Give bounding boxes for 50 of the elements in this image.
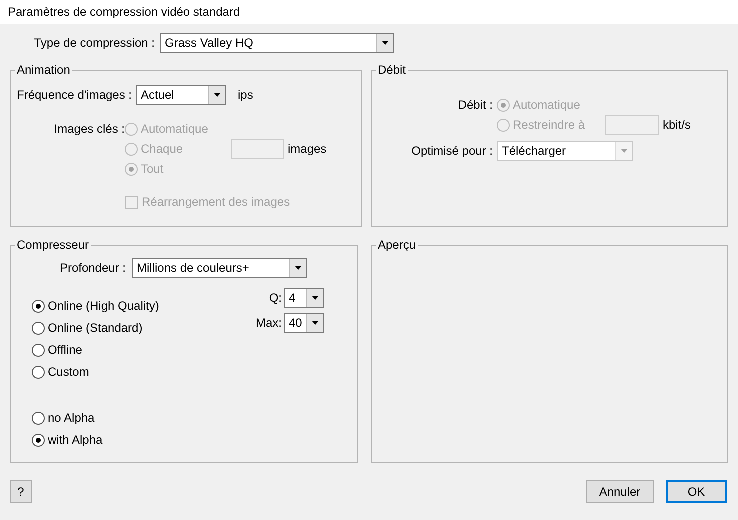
radio-button[interactable] xyxy=(32,434,45,446)
group-title: Animation xyxy=(16,62,72,79)
caret-icon xyxy=(312,321,318,325)
dropdown[interactable]: 40 xyxy=(284,313,324,333)
field-label: Fréquence d'images : xyxy=(17,87,134,104)
button[interactable]: ? xyxy=(10,480,32,503)
radio-button[interactable] xyxy=(32,366,45,378)
field-label: Profondeur : xyxy=(60,260,126,277)
radio-button[interactable] xyxy=(32,322,45,334)
field-label: Optimisé pour : xyxy=(412,143,493,160)
window-title: Paramètres de compression vidéo standard xyxy=(8,4,240,21)
group-title: Débit xyxy=(377,62,408,79)
unit-label: ips xyxy=(238,87,254,104)
field-label: Type de compression : xyxy=(33,35,156,52)
unit-label: images xyxy=(288,141,327,158)
radio-label: no Alpha xyxy=(48,410,95,427)
checkbox-label: Réarrangement des images xyxy=(142,194,290,211)
dropdown[interactable]: Grass Valley HQ xyxy=(160,33,394,53)
field-label: Débit : xyxy=(458,97,493,114)
radio-label: Tout xyxy=(141,161,164,178)
unit-label: kbit/s xyxy=(663,117,692,134)
radio-label: Restreindre à xyxy=(513,117,586,134)
group-title: Aperçu xyxy=(377,237,418,254)
dropdown[interactable]: Millions de couleurs+ xyxy=(132,258,307,278)
button[interactable]: OK xyxy=(666,480,727,503)
caret-icon xyxy=(214,93,220,97)
caret-icon xyxy=(294,266,302,270)
radio-label: Offline xyxy=(48,342,82,359)
group-title: Compresseur xyxy=(16,237,90,254)
radio-button[interactable] xyxy=(32,300,45,312)
field-label: Max: xyxy=(256,315,282,332)
dropdown[interactable]: 4 xyxy=(284,288,324,308)
caret-icon xyxy=(620,149,628,153)
radio-button[interactable] xyxy=(32,344,45,356)
field-label: Q: xyxy=(269,290,282,307)
radio-label: Automatique xyxy=(141,121,208,138)
radio-label: Custom xyxy=(48,364,90,381)
radio-label: Online (High Quality) xyxy=(48,298,160,315)
radio-button[interactable] xyxy=(32,412,45,424)
radio-label: Automatique xyxy=(513,97,580,114)
radio-label: Chaque xyxy=(141,141,184,158)
button[interactable]: Annuler xyxy=(586,480,654,503)
radio-label: Online (Standard) xyxy=(48,320,143,337)
dropdown[interactable]: Actuel xyxy=(136,85,226,105)
input-field[interactable] xyxy=(605,115,659,135)
input-field[interactable] xyxy=(231,139,284,159)
caret-icon xyxy=(312,296,318,300)
field-label: Images clés : xyxy=(54,121,125,138)
caret-icon xyxy=(382,41,388,45)
radio-label: with Alpha xyxy=(48,432,103,449)
